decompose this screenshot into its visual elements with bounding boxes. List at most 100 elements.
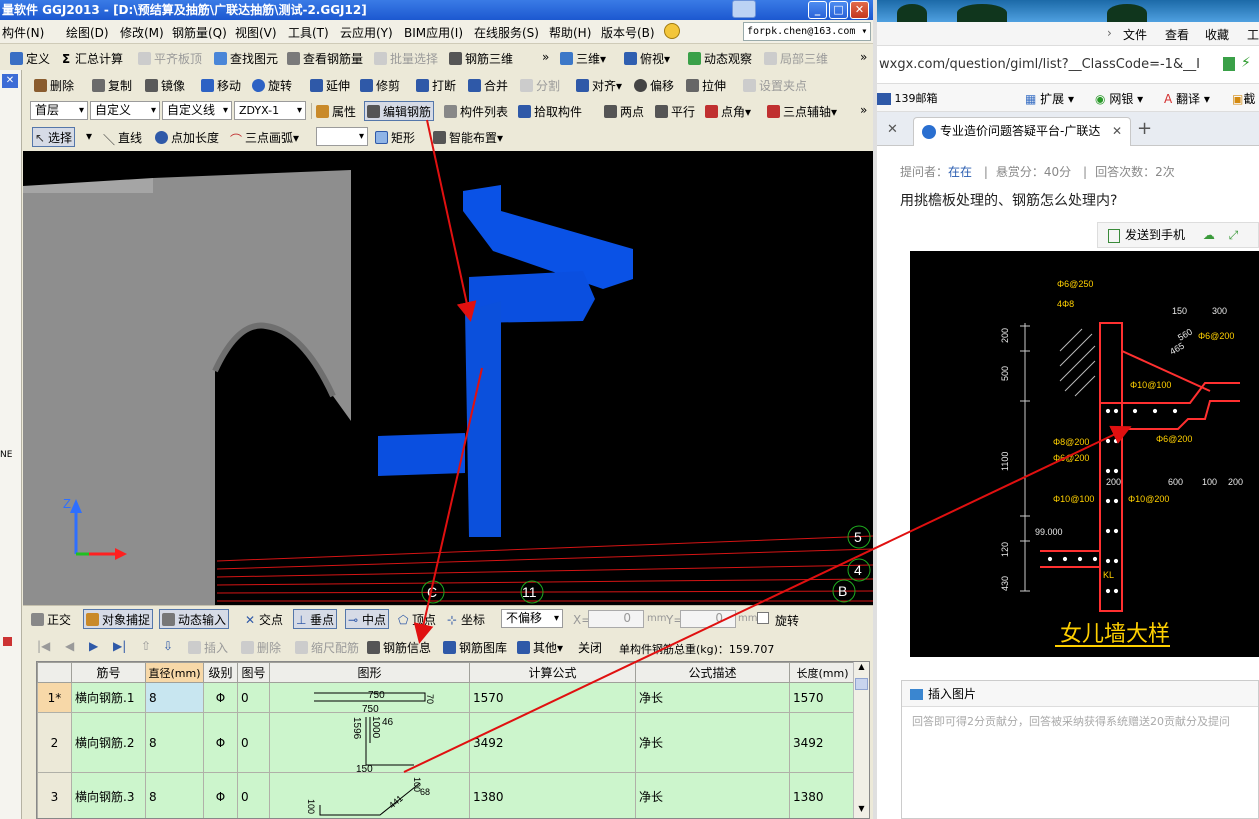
component-list-button[interactable]: 构件列表 <box>444 103 508 120</box>
local-3d-button[interactable]: 局部三维 <box>764 50 828 67</box>
user-account-select[interactable]: forpk.chen@163.com ▾ <box>743 22 871 41</box>
col-header-length[interactable]: 长度(mm) <box>789 662 856 683</box>
cell-figure-no[interactable]: 0 <box>237 772 270 818</box>
view-rebar-qty-button[interactable]: 查看钢筋量 <box>287 50 363 67</box>
tab-close-icon[interactable]: ✕ <box>887 122 898 137</box>
cloud-icon[interactable]: ☁ <box>1203 228 1215 242</box>
select-dropdown-arrow[interactable]: ▾ <box>86 129 92 143</box>
rotate-button[interactable]: 旋转 <box>252 77 292 94</box>
find-element-button[interactable]: 查找图元 <box>214 50 278 67</box>
three-point-axis-button[interactable]: 三点辅轴 ▾ <box>767 103 837 120</box>
cell-grade[interactable]: Φ <box>203 772 238 818</box>
cell-diameter[interactable]: 8 <box>145 682 204 713</box>
offset-button[interactable]: 偏移 <box>634 77 674 94</box>
trim-button[interactable]: 修剪 <box>360 77 400 94</box>
col-header-desc[interactable]: 公式描述 <box>635 662 790 683</box>
menu-version[interactable]: 版本号(B) <box>601 24 655 41</box>
vertex-snap[interactable]: ⬠ 顶点 <box>398 611 436 628</box>
delete-row-button[interactable]: 删除 <box>241 639 281 656</box>
cell-desc[interactable]: 净长 <box>635 682 790 713</box>
cell-shape[interactable]: 100 441 100 68 <box>269 772 470 818</box>
point-angle-button[interactable]: 点角 ▾ <box>705 103 751 120</box>
menu-draw[interactable]: 绘图(D) <box>66 24 109 41</box>
menu-view[interactable]: 视图(V) <box>235 24 277 41</box>
mirror-button[interactable]: 镜像 <box>145 77 185 94</box>
col-header-diameter[interactable]: 直径(mm) <box>145 662 204 683</box>
insert-button[interactable]: 插入 <box>188 639 228 656</box>
top-view-button[interactable]: 俯视 ▾ <box>624 50 670 67</box>
cell-shape[interactable]: 1596 1000 46 150 <box>269 712 470 773</box>
table-row[interactable]: 2 横向钢筋.2 8 Φ 0 1596 1000 46 150 3492 净长 … <box>37 712 856 773</box>
table-row[interactable]: 1* 横向钢筋.1 8 Φ 0 750 750 70 1570 净长 1570 <box>37 682 856 713</box>
send-to-phone-button[interactable]: 发送到手机 ☁ ⤢ <box>1097 222 1259 248</box>
col-header-figure-no[interactable]: 图号 <box>237 662 270 683</box>
batch-select-button[interactable]: 批量选择 <box>374 50 438 67</box>
line-button[interactable]: ＼ 直线 <box>103 129 142 147</box>
menu-tools[interactable]: 工具(T) <box>288 24 329 41</box>
menu-cloud[interactable]: 云应用(Y) <box>340 24 393 41</box>
cell-figure-no[interactable]: 0 <box>237 712 270 773</box>
cell-desc[interactable]: 净长 <box>635 712 790 773</box>
more-arrow-icon[interactable]: » <box>860 103 867 117</box>
cell-diameter[interactable]: 8 <box>145 772 204 818</box>
floor-select[interactable]: 首层 <box>30 101 88 120</box>
move-up-button[interactable]: ⇧ <box>141 639 151 653</box>
subtype-select[interactable]: 自定义线 <box>162 101 232 120</box>
helmet-icon[interactable] <box>664 23 680 39</box>
merge-button[interactable]: 合并 <box>468 77 508 94</box>
properties-button[interactable]: 属性 <box>316 103 356 120</box>
rebar-3d-button[interactable]: 钢筋三维 <box>449 50 513 67</box>
close-button[interactable]: ✕ <box>850 1 869 19</box>
extend-button[interactable]: 延伸 <box>310 77 350 94</box>
more-arrow-icon[interactable]: » <box>542 50 549 64</box>
cell-length[interactable]: 3492 <box>789 712 856 773</box>
x-input[interactable]: 0 <box>588 610 644 628</box>
3d-view-button[interactable]: 三维 ▾ <box>560 50 606 67</box>
cell-formula[interactable]: 1570 <box>469 682 636 713</box>
cell-name[interactable]: 横向钢筋.1 <box>71 682 146 713</box>
align-button[interactable]: 对齐 ▾ <box>576 77 622 94</box>
edit-rebar-button[interactable]: 编辑钢筋 <box>364 101 435 121</box>
panel-close-icon[interactable]: ✕ <box>2 74 18 88</box>
parallel-button[interactable]: 平行 <box>655 103 695 120</box>
cell-grade[interactable]: Φ <box>203 682 238 713</box>
tab-close-icon[interactable]: ✕ <box>1112 118 1122 145</box>
perpendicular-snap[interactable]: ⊥ 垂点 <box>293 609 338 629</box>
new-tab-button[interactable]: + <box>1137 118 1152 139</box>
dynamic-orbit-button[interactable]: 动态观察 <box>688 50 752 67</box>
menu-bim[interactable]: BIM应用(I) <box>404 24 463 41</box>
answer-textarea[interactable]: 回答即可得2分贡献分，回答被采纳获得系统赠送20贡献分及提问 <box>902 707 1258 735</box>
close-editor-button[interactable]: 关闭 <box>578 639 602 656</box>
3d-viewport[interactable]: Z 5 4 B C 11 <box>23 151 873 605</box>
summary-calc-button[interactable]: Σ 汇总计算 <box>62 50 123 67</box>
arc-option-select[interactable] <box>316 127 368 146</box>
move-button[interactable]: 移动 <box>201 77 241 94</box>
bookmark-extensions[interactable]: ▦ 扩展 ▾ <box>1025 90 1074 107</box>
cell-figure-no[interactable]: 0 <box>237 682 270 713</box>
table-scrollbar[interactable]: ▲ ▼ <box>853 662 869 818</box>
answer-box[interactable]: 插入图片 回答即可得2分贡献分，回答被采纳获得系统赠送20贡献分及提问 <box>901 680 1259 819</box>
dynamic-input-toggle[interactable]: 动态输入 <box>159 609 230 629</box>
3d-scene[interactable]: Z 5 4 B C 11 <box>23 151 873 605</box>
more-arrow-icon[interactable]: » <box>860 50 867 64</box>
panel-close-icon[interactable] <box>3 637 12 646</box>
midpoint-snap[interactable]: ⊸ 中点 <box>345 609 390 629</box>
chevron-right-icon[interactable]: › <box>1107 26 1112 40</box>
first-record-button[interactable]: |◀ <box>37 639 50 653</box>
y-input[interactable]: 0 <box>680 610 736 628</box>
menu-component[interactable]: 构件(N) <box>2 24 44 41</box>
select-button[interactable]: ↖ 选择 <box>32 127 76 147</box>
maximize-button[interactable]: □ <box>829 1 848 19</box>
bookmark-139-mail[interactable]: 139邮箱 <box>877 90 938 106</box>
stretch-button[interactable]: 拉伸 <box>686 77 726 94</box>
coordinate-snap[interactable]: ⊹ 坐标 <box>447 611 485 628</box>
address-bar[interactable]: wxgx.com/question/giml/list?__ClassCode=… <box>877 46 1259 84</box>
bookmark-screenshot[interactable]: ▣截 <box>1232 90 1255 107</box>
two-point-button[interactable]: 两点 <box>604 103 644 120</box>
define-button[interactable]: 定义 <box>10 50 50 67</box>
point-length-button[interactable]: 点加长度 <box>155 129 219 146</box>
scroll-thumb[interactable] <box>855 678 868 690</box>
move-down-button[interactable]: ⇩ <box>163 639 173 653</box>
cell-diameter[interactable]: 8 <box>145 712 204 773</box>
type-select[interactable]: 自定义 <box>90 101 160 120</box>
